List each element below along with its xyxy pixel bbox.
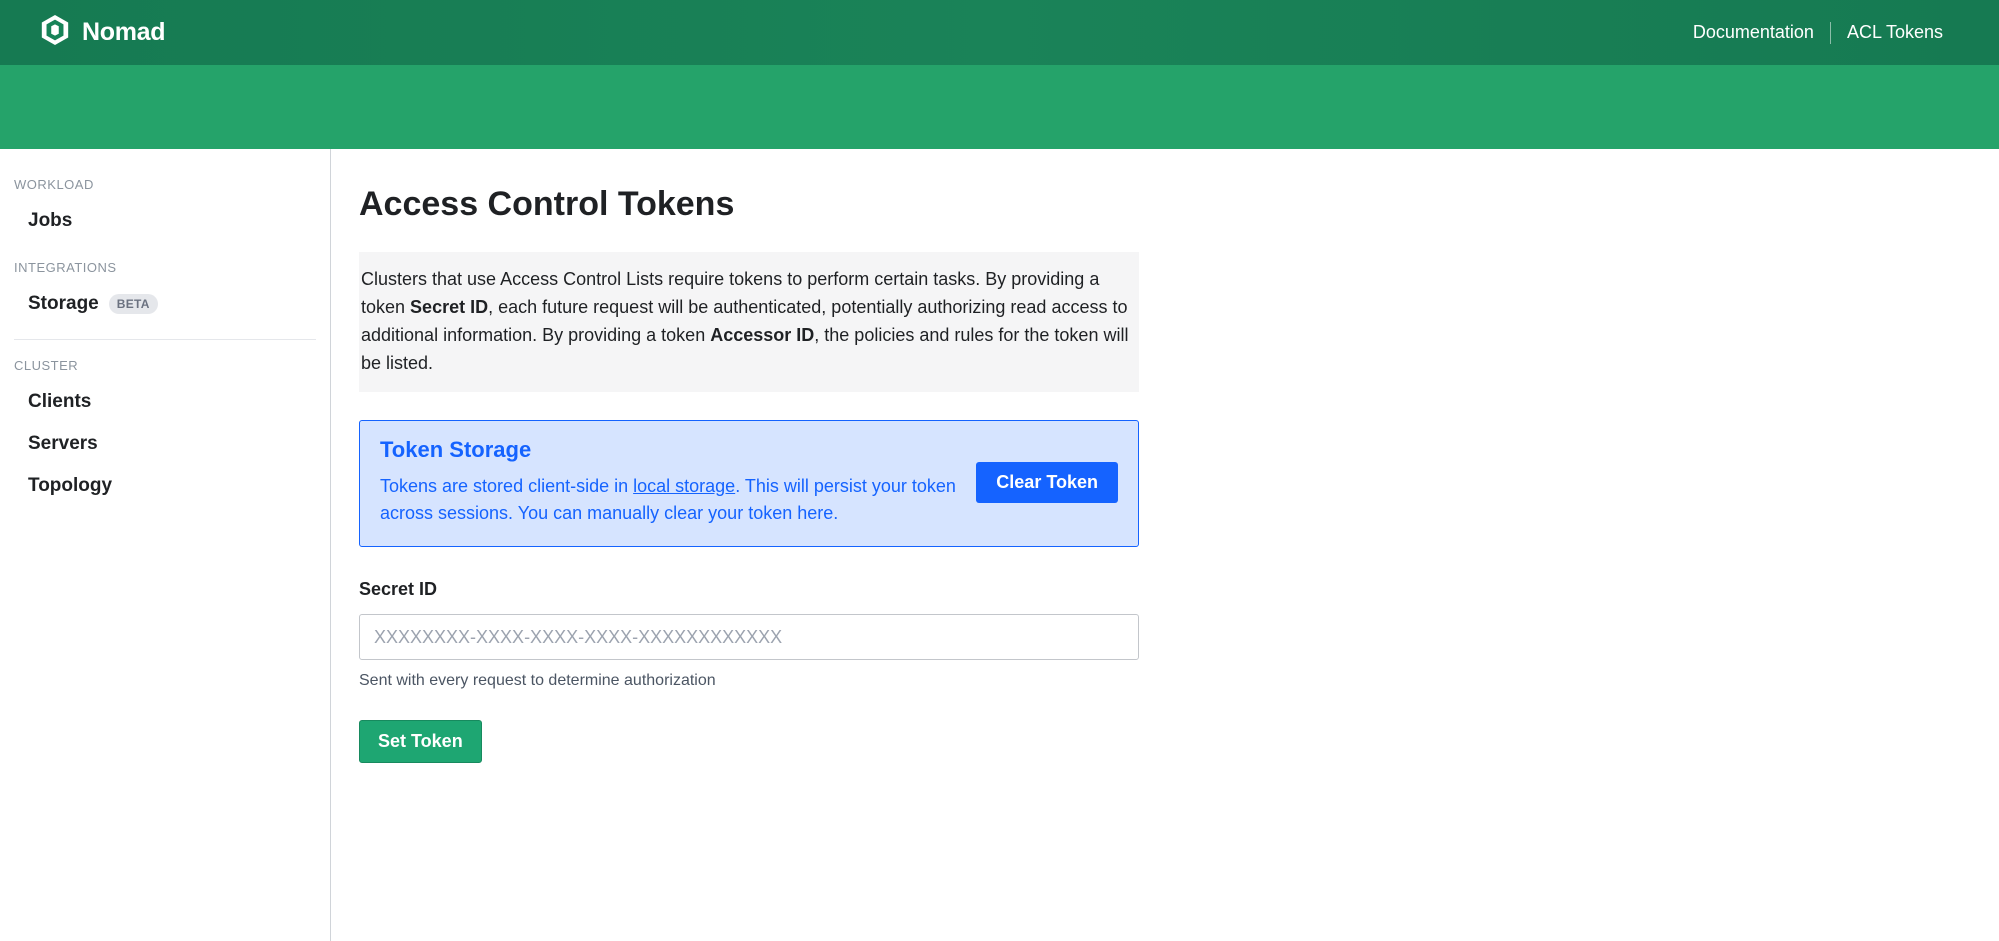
sidebar-section-cluster: CLUSTER xyxy=(14,340,316,381)
sidebar-item-label: Clients xyxy=(28,391,91,413)
main-content: Access Control Tokens Clusters that use … xyxy=(331,149,1531,941)
callout-title: Token Storage xyxy=(380,437,956,463)
callout-body: Tokens are stored client-side in local s… xyxy=(380,473,956,529)
top-nav: Documentation ACL Tokens xyxy=(1677,22,1959,44)
sidebar-section-workload: WORKLOAD xyxy=(14,159,316,200)
sidebar-item-topology[interactable]: Topology xyxy=(14,465,316,507)
sidebar-item-label: Jobs xyxy=(28,210,72,232)
set-token-button[interactable]: Set Token xyxy=(359,720,482,763)
brand[interactable]: Nomad xyxy=(40,14,165,51)
sidebar-item-jobs[interactable]: Jobs xyxy=(14,200,316,242)
brand-name: Nomad xyxy=(82,18,165,47)
sidebar-item-label: Servers xyxy=(28,433,98,455)
secret-id-label: Secret ID xyxy=(359,579,1503,600)
secret-id-help: Sent with every request to determine aut… xyxy=(359,672,1503,690)
local-storage-link[interactable]: local storage xyxy=(633,476,735,496)
beta-badge: BETA xyxy=(109,294,158,314)
sidebar-item-servers[interactable]: Servers xyxy=(14,423,316,465)
documentation-link[interactable]: Documentation xyxy=(1677,22,1830,43)
token-storage-callout: Token Storage Tokens are stored client-s… xyxy=(359,420,1139,548)
sidebar-item-clients[interactable]: Clients xyxy=(14,381,316,423)
notice-secret-id: Secret ID xyxy=(410,297,488,317)
top-bar: Nomad Documentation ACL Tokens xyxy=(0,0,1999,65)
sidebar-item-label: Storage xyxy=(28,293,99,315)
notice-accessor-id: Accessor ID xyxy=(710,325,814,345)
nomad-logo-icon xyxy=(40,14,70,51)
secret-id-input[interactable] xyxy=(359,614,1139,660)
sidebar-section-integrations: INTEGRATIONS xyxy=(14,242,316,283)
sidebar-item-storage[interactable]: Storage BETA xyxy=(14,283,316,325)
acl-tokens-link[interactable]: ACL Tokens xyxy=(1831,22,1959,43)
intro-notice: Clusters that use Access Control Lists r… xyxy=(359,252,1139,392)
clear-token-button[interactable]: Clear Token xyxy=(976,462,1118,503)
sidebar: WORKLOAD Jobs INTEGRATIONS Storage BETA … xyxy=(0,149,331,941)
page-title: Access Control Tokens xyxy=(359,185,1503,224)
sub-header xyxy=(0,65,1999,149)
sidebar-item-label: Topology xyxy=(28,475,112,497)
